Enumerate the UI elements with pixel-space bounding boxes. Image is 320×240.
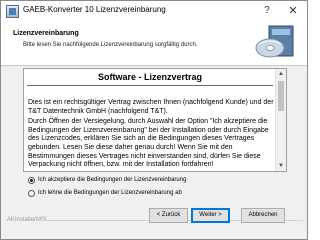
- scroll-up-icon[interactable]: ▲: [276, 69, 286, 79]
- page-title: Lizenzvereinbarung: [13, 30, 79, 37]
- next-button[interactable]: Weiter >: [191, 208, 230, 223]
- decline-label[interactable]: Ich lehne die Bedingungen der Lizenzvere…: [38, 190, 182, 196]
- scroll-down-icon[interactable]: ▼: [276, 161, 286, 171]
- license-paragraph: Dies ist ein rechtsgültiger Vertrag zwis…: [28, 99, 274, 115]
- accept-radio[interactable]: [28, 177, 35, 184]
- close-button[interactable]: ✕: [282, 3, 304, 19]
- title-bar: GAEB-Konverter 10 Lizenzvereinbarung ? ✕: [1, 1, 307, 22]
- license-heading: Software - Lizenzvertrag: [97, 72, 203, 82]
- installer-window: GAEB-Konverter 10 Lizenzvereinbarung ? ✕…: [0, 0, 308, 240]
- cancel-button[interactable]: Abbrechen: [241, 208, 285, 223]
- license-divider: [27, 85, 273, 86]
- accept-label[interactable]: Ich akzeptiere die Bedingungen der Lizen…: [38, 177, 186, 183]
- wizard-header: Lizenzvereinbarung Bitte lesen Sie nachf…: [1, 22, 307, 66]
- page-subtitle: Bitte lesen Sie nachfolgende Lizenzverei…: [23, 42, 198, 48]
- decline-radio[interactable]: [28, 190, 35, 197]
- license-paragraph: Durch Öffnen der Versiegelung, durch Aus…: [28, 118, 269, 169]
- help-button[interactable]: ?: [257, 3, 277, 19]
- license-body: Dies ist ein rechtsgültiger Vertrag zwis…: [28, 99, 275, 171]
- window-title: GAEB-Konverter 10 Lizenzvereinbarung: [23, 5, 166, 14]
- license-scrollbar[interactable]: ▲ ▼: [275, 69, 286, 171]
- installer-app-icon: [6, 5, 19, 18]
- install-disc-icon: [255, 25, 294, 58]
- back-button[interactable]: < Zurück: [149, 208, 188, 223]
- scroll-thumb[interactable]: [278, 81, 284, 111]
- license-text-box[interactable]: Software - Lizenzvertrag Dies ist ein re…: [23, 68, 287, 172]
